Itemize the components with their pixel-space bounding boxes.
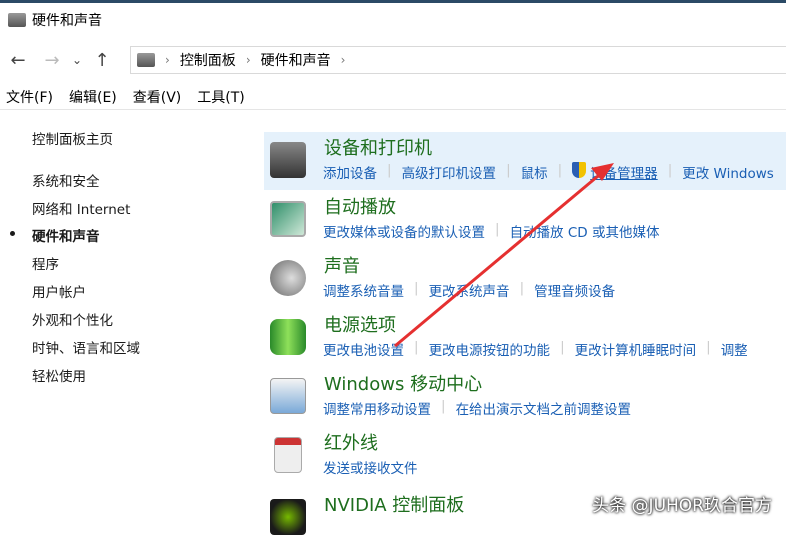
arrow-shaft <box>394 174 599 348</box>
watermark: 头条 @JUHOR玖合官方 <box>592 496 772 516</box>
red-annotation-arrow <box>394 163 614 348</box>
